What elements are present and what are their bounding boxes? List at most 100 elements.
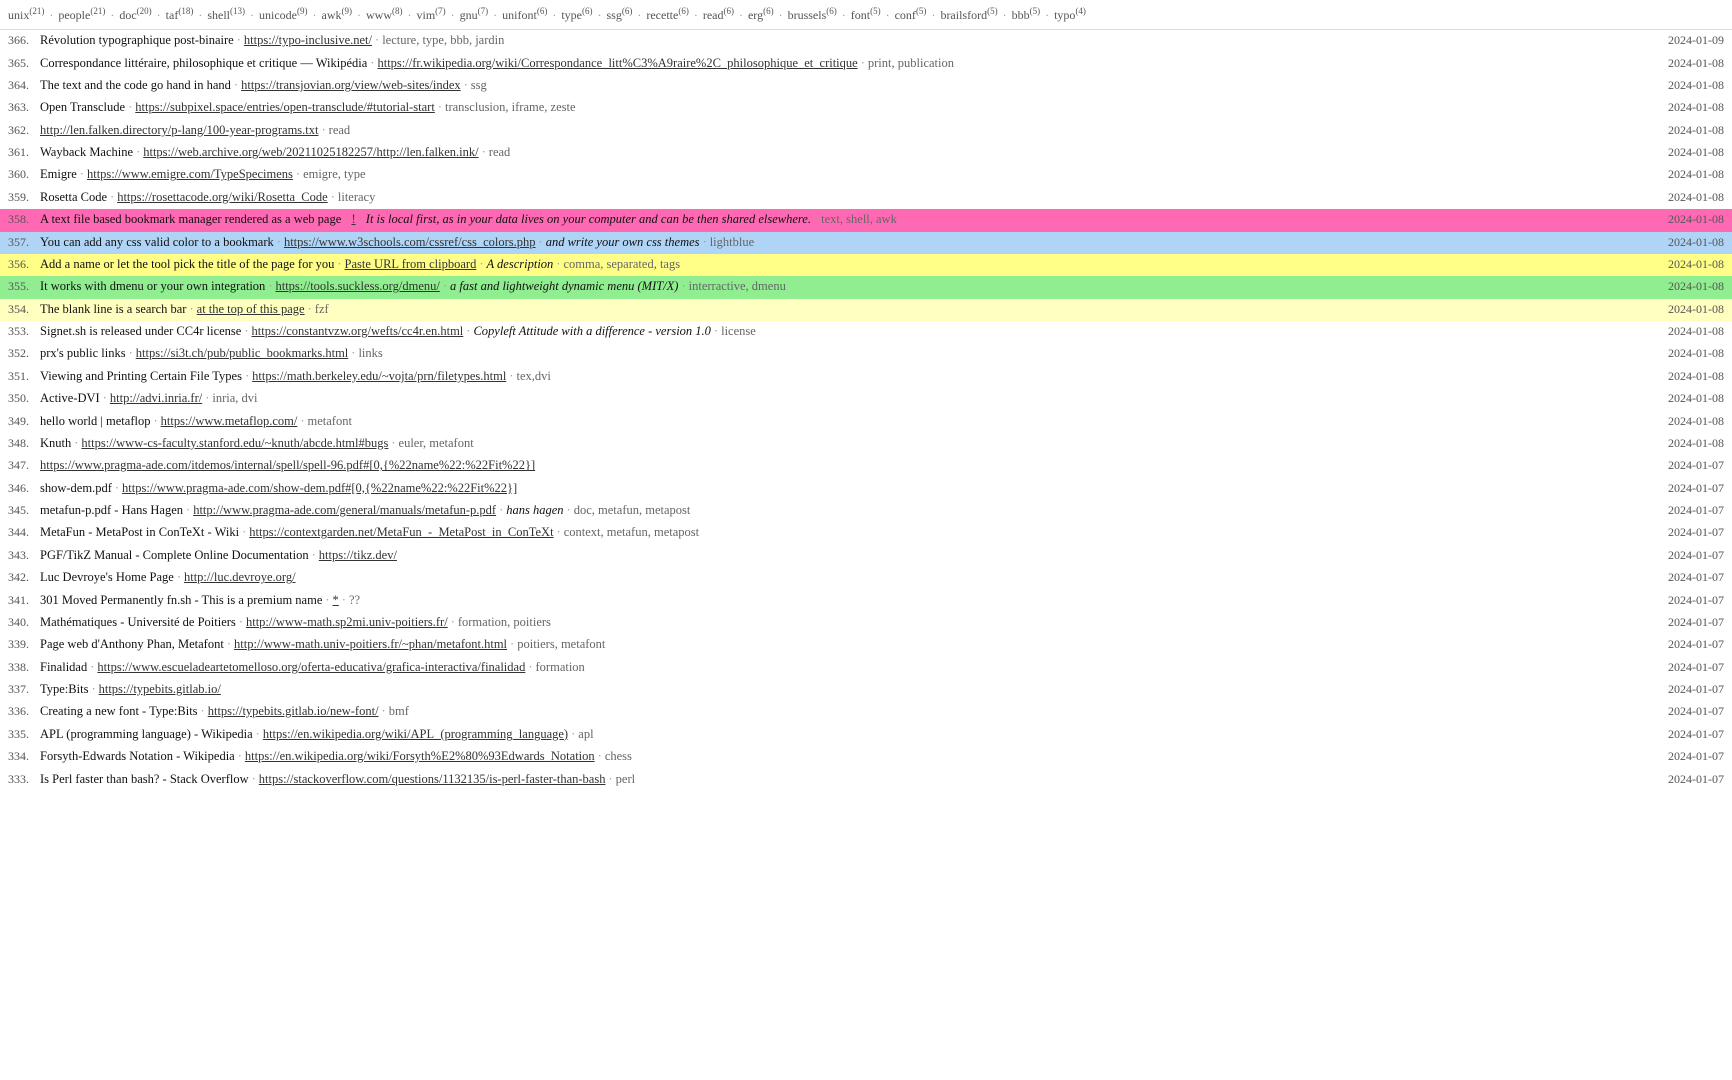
row-url[interactable]: https://tools.suckless.org/dmenu/: [275, 279, 439, 293]
row-content: show-dem.pdf·https://www.pragma-ade.com/…: [40, 479, 1656, 498]
row-title: 301 Moved Permanently fn.sh - This is a …: [40, 593, 322, 607]
row-content: https://www.pragma-ade.com/itdemos/inter…: [40, 456, 1656, 475]
row-number: 339.: [8, 635, 40, 654]
row-url[interactable]: https://transjovian.org/view/web-sites/i…: [241, 78, 461, 92]
row-url[interactable]: http://www.pragma-ade.com/general/manual…: [193, 503, 496, 517]
list-row: 341.301 Moved Permanently fn.sh - This i…: [0, 590, 1732, 612]
row-url[interactable]: https://rosettacode.org/wiki/Rosetta_Cod…: [117, 190, 328, 204]
row-url[interactable]: https://www.pragma-ade.com/show-dem.pdf#…: [122, 481, 517, 495]
row-number: 341.: [8, 591, 40, 610]
row-number: 338.: [8, 658, 40, 677]
row-url[interactable]: https://fr.wikipedia.org/wiki/Correspond…: [377, 56, 857, 70]
tag-link[interactable]: www(8): [366, 8, 403, 22]
row-tags: links: [358, 346, 382, 360]
row-url[interactable]: https://www.escueladeartetomelloso.org/o…: [97, 660, 525, 674]
row-tags: ssg: [471, 78, 487, 92]
tag-link[interactable]: font(5): [851, 8, 881, 22]
row-date: 2024-01-07: [1668, 725, 1724, 744]
row-number: 343.: [8, 546, 40, 565]
row-url[interactable]: *: [333, 593, 339, 607]
row-tags: ??: [349, 593, 360, 607]
tag-link[interactable]: recette(6): [646, 8, 688, 22]
tag-link[interactable]: brussels(6): [788, 8, 837, 22]
row-title: Page web d'Anthony Phan, Metafont: [40, 637, 224, 651]
tag-link[interactable]: people(21): [58, 8, 105, 22]
row-number: 362.: [8, 121, 40, 140]
list-row: 359.Rosetta Code·https://rosettacode.org…: [0, 187, 1732, 209]
list-row: 340.Mathématiques - Université de Poitie…: [0, 612, 1732, 634]
row-number: 335.: [8, 725, 40, 744]
row-url[interactable]: https://en.wikipedia.org/wiki/APL_(progr…: [263, 727, 568, 741]
row-number: 349.: [8, 412, 40, 431]
row-url[interactable]: https://www.pragma-ade.com/itdemos/inter…: [40, 458, 535, 472]
row-url[interactable]: https://subpixel.space/entries/open-tran…: [135, 100, 435, 114]
row-tags: text, shell, awk: [821, 212, 897, 226]
row-url[interactable]: https://contextgarden.net/MetaFun_-_Meta…: [249, 525, 553, 539]
row-tags: bmf: [389, 704, 409, 718]
row-url[interactable]: https://typebits.gitlab.io/new-font/: [208, 704, 379, 718]
row-number: 337.: [8, 680, 40, 699]
tag-link[interactable]: read(6): [703, 8, 734, 22]
tag-link[interactable]: unix(21): [8, 8, 44, 22]
row-url[interactable]: at the top of this page: [197, 302, 305, 316]
list-row: 358.A text file based bookmark manager r…: [0, 209, 1732, 231]
row-date: 2024-01-07: [1668, 680, 1724, 699]
row-url[interactable]: https://www.emigre.com/TypeSpecimens: [87, 167, 293, 181]
list-row: 354.The blank line is a search bar·at th…: [0, 299, 1732, 321]
row-url[interactable]: https://typo-inclusive.net/: [244, 33, 372, 47]
row-url[interactable]: !: [351, 212, 355, 226]
row-url[interactable]: http://www-math.univ-poitiers.fr/~phan/m…: [234, 637, 507, 651]
tag-link[interactable]: ssg(6): [607, 8, 633, 22]
row-tags: transclusion, iframe, zeste: [445, 100, 576, 114]
row-url[interactable]: https://web.archive.org/web/202110251822…: [143, 145, 478, 159]
row-tags: lightblue: [710, 235, 754, 249]
list-row: 349.hello world | metaflop·https://www.m…: [0, 411, 1732, 433]
row-url[interactable]: http://len.falken.directory/p-lang/100-y…: [40, 123, 318, 137]
row-date: 2024-01-07: [1668, 523, 1724, 542]
row-tags: euler, metafont: [399, 436, 474, 450]
tag-link[interactable]: typo(4): [1054, 8, 1086, 22]
row-number: 344.: [8, 523, 40, 542]
tag-link[interactable]: gnu(7): [460, 8, 489, 22]
tag-link[interactable]: taf(18): [166, 8, 194, 22]
row-content: Mathématiques - Université de Poitiers·h…: [40, 613, 1656, 632]
row-title: Creating a new font - Type:Bits: [40, 704, 198, 718]
tag-link[interactable]: doc(20): [119, 8, 151, 22]
row-url[interactable]: https://www.metaflop.com/: [161, 414, 298, 428]
row-url[interactable]: Paste URL from clipboard: [345, 257, 477, 271]
tag-link[interactable]: unifont(6): [502, 8, 547, 22]
tag-link[interactable]: erg(6): [748, 8, 774, 22]
list-row: 362.http://len.falken.directory/p-lang/1…: [0, 120, 1732, 142]
tag-link[interactable]: shell(13): [207, 8, 245, 22]
row-number: 364.: [8, 76, 40, 95]
row-title: Forsyth-Edwards Notation - Wikipedia: [40, 749, 235, 763]
row-url[interactable]: https://stackoverflow.com/questions/1132…: [259, 772, 606, 786]
row-url[interactable]: https://www-cs-faculty.stanford.edu/~knu…: [81, 436, 388, 450]
list-container: 366.Révolution typographique post-binair…: [0, 30, 1732, 791]
row-italic: and write your own css themes: [546, 235, 700, 249]
row-content: A text file based bookmark manager rende…: [40, 210, 1656, 229]
row-url[interactable]: https://en.wikipedia.org/wiki/Forsyth%E2…: [245, 749, 595, 763]
row-url[interactable]: https://tikz.dev/: [319, 548, 397, 562]
list-row: 346.show-dem.pdf·https://www.pragma-ade.…: [0, 478, 1732, 500]
row-date: 2024-01-07: [1668, 702, 1724, 721]
row-url[interactable]: http://advi.inria.fr/: [110, 391, 202, 405]
row-content: You can add any css valid color to a boo…: [40, 233, 1656, 252]
row-url[interactable]: https://si3t.ch/pub/public_bookmarks.htm…: [136, 346, 349, 360]
row-url[interactable]: https://typebits.gitlab.io/: [99, 682, 221, 696]
row-url[interactable]: http://luc.devroye.org/: [184, 570, 296, 584]
tag-link[interactable]: unicode(9): [259, 8, 308, 22]
tag-link[interactable]: type(6): [561, 8, 592, 22]
row-url[interactable]: https://www.w3schools.com/cssref/css_col…: [284, 235, 536, 249]
tag-link[interactable]: awk(9): [322, 8, 353, 22]
tag-link[interactable]: brailsford(5): [940, 8, 997, 22]
tag-link[interactable]: vim(7): [417, 8, 446, 22]
tag-link[interactable]: conf(5): [895, 8, 927, 22]
row-url[interactable]: https://constantvzw.org/wefts/cc4r.en.ht…: [252, 324, 464, 338]
row-title: The text and the code go hand in hand: [40, 78, 231, 92]
row-url[interactable]: http://www-math.sp2mi.univ-poitiers.fr/: [246, 615, 448, 629]
list-row: 342.Luc Devroye's Home Page·http://luc.d…: [0, 567, 1732, 589]
row-url[interactable]: https://math.berkeley.edu/~vojta/prn/fil…: [252, 369, 506, 383]
tag-link[interactable]: bbb(5): [1012, 8, 1041, 22]
row-number: 347.: [8, 456, 40, 475]
